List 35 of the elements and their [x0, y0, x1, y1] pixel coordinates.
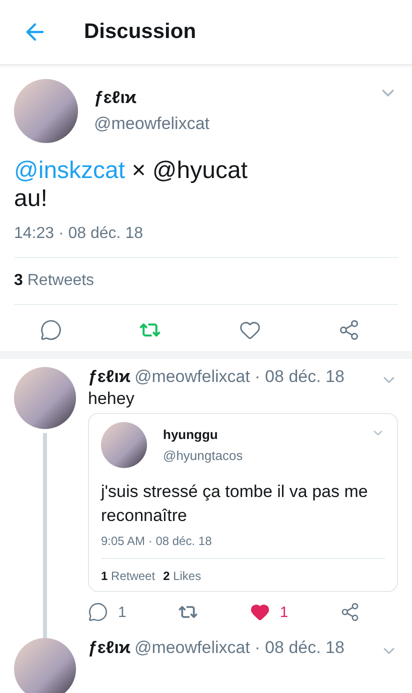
like-button[interactable]: 1 — [250, 602, 288, 622]
like-button[interactable] — [238, 319, 261, 341]
share-icon — [340, 602, 360, 622]
action-count: 1 — [280, 604, 288, 620]
page-title: Discussion — [84, 20, 196, 44]
retweet-stats[interactable]: 3 Retweets — [14, 257, 398, 305]
heart-icon — [238, 319, 261, 341]
user-name: ƒɛℓιϰ — [94, 88, 136, 108]
user-handle: @meowfelixcat · 08 déc. 18 — [134, 367, 344, 387]
avatar-photo-placeholder — [101, 422, 147, 468]
reply-button[interactable] — [40, 319, 62, 341]
user-handle: @meowfelixcat · 08 déc. 18 — [134, 638, 344, 658]
reply-button[interactable]: 1 — [88, 602, 126, 622]
tweet-time: 9:05 AM · 08 déc. 18 — [101, 534, 213, 548]
share-button[interactable] — [340, 602, 360, 622]
tweet-time: 14:23 · 08 déc. 18 — [14, 225, 144, 243]
tweet-text: @inskzcat × @hyucat au! — [14, 157, 248, 213]
user-name: ƒɛℓιϰ — [88, 638, 130, 658]
action-count: 1 — [118, 604, 126, 620]
user-name: hyunggu — [163, 427, 218, 442]
speech-bubble-icon — [40, 319, 62, 341]
like-stats: 2 Likes — [163, 569, 202, 583]
quoted-tweet-card[interactable]: hyunggu @hyungtacos j'suis stressé ça tombe il va pas me reconnaître 9:05 AM · 08 déc. 18 1 Retweet 2 Likes — [88, 413, 398, 592]
heart-icon — [250, 602, 270, 622]
quoted-text: j'suis stressé ça tombe il va pas me reconnaître — [101, 481, 369, 527]
speech-bubble-icon — [88, 602, 108, 622]
retweet-stats: 1 Retweet — [101, 569, 156, 583]
user-handle: @meowfelixcat — [94, 114, 210, 134]
reply-text: hehey — [88, 389, 136, 409]
user-handle: @hyungtacos — [163, 448, 243, 463]
share-button[interactable] — [338, 319, 360, 341]
mention-link[interactable]: @inskzcat — [14, 157, 126, 184]
user-name: ƒɛℓιϰ — [88, 367, 130, 387]
share-icon — [338, 319, 360, 341]
avatar-photo-placeholder — [14, 638, 76, 693]
